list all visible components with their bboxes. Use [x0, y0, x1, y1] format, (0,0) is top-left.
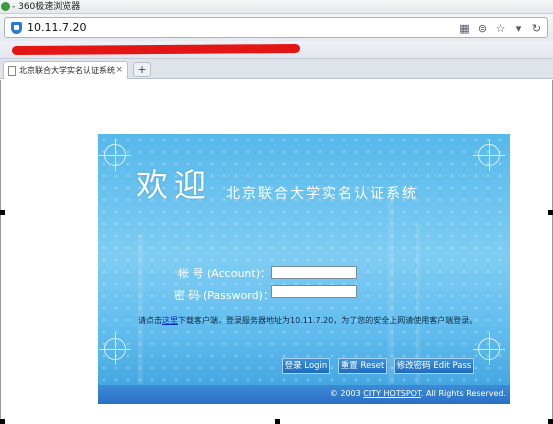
footer: © 2003 CITY HOTSPOT. All Rights Reserved…: [98, 385, 510, 404]
window-title: - 360极速浏览器: [12, 2, 81, 12]
address-bar: 10.11.7.20 ▦ ⊜ ☆ ▾ ↻: [0, 14, 553, 41]
tab-close-icon[interactable]: ×: [115, 64, 123, 76]
resize-handle[interactable]: [0, 419, 5, 424]
browser-logo-icon: [1, 2, 10, 11]
resize-handle[interactable]: [275, 419, 280, 424]
refresh-icon[interactable]: ↻: [530, 22, 543, 35]
company-link[interactable]: CITY HOTSPOT: [363, 389, 421, 398]
password-label: 密 码 (Password)：: [174, 289, 274, 302]
resize-handle[interactable]: [548, 419, 553, 424]
account-input[interactable]: [271, 266, 357, 279]
client-download-notice: 请点击这里下载客户端，登录服务器地址为10.11.7.20，为了您的安全上网请使…: [138, 315, 477, 326]
url-text[interactable]: 10.11.7.20: [27, 21, 86, 35]
crosshair-icon: [473, 333, 505, 365]
edit-password-button[interactable]: 修改密码 Edit Pass: [394, 358, 474, 374]
background-beam: [388, 194, 394, 384]
login-button[interactable]: 登录 Login: [282, 358, 330, 374]
bookmark-star-icon[interactable]: ☆: [494, 22, 507, 35]
new-tab-button[interactable]: +: [133, 62, 151, 77]
address-bar-icons: ▦ ⊜ ☆ ▾ ↻: [458, 20, 543, 36]
notice-prefix: 请点击: [138, 316, 162, 325]
tab-active[interactable]: 北京联合大学实名认证系统 ×: [3, 61, 128, 79]
download-link[interactable]: 这里: [162, 316, 178, 325]
welcome-heading: 欢迎: [136, 166, 213, 204]
copyright-prefix: © 2003: [329, 389, 364, 398]
crosshair-icon: [99, 139, 131, 171]
redaction-mark: [11, 43, 301, 56]
copyright-text: © 2003 CITY HOTSPOT. All Rights Reserved…: [330, 389, 506, 398]
reset-button[interactable]: 重置 Reset: [338, 358, 387, 374]
page-icon: [8, 66, 16, 76]
resize-handle[interactable]: [0, 210, 5, 215]
crosshair-icon: [473, 139, 505, 171]
password-input[interactable]: [271, 285, 357, 298]
title-bar: - 360极速浏览器: [0, 0, 553, 14]
resize-handle[interactable]: [548, 210, 553, 215]
tab-bar: 北京联合大学实名认证系统 × +: [0, 59, 553, 79]
login-panel: 欢迎 北京联合大学实名认证系统 帐 号 (Account)： 密 码 (Pass…: [98, 134, 510, 404]
bookmark-bar: [0, 41, 553, 59]
notice-suffix: 下载客户端，登录服务器地址为10.11.7.20，为了您的安全上网请使用客户端登…: [178, 316, 478, 325]
account-label: 帐 号 (Account)：: [178, 267, 271, 280]
dropdown-chevron-icon[interactable]: ▾: [512, 22, 525, 35]
security-shield-icon[interactable]: [11, 22, 22, 34]
background-beam: [138, 234, 143, 384]
browser-window: - 360极速浏览器 10.11.7.20 ▦ ⊜ ☆ ▾ ↻ 北京联合大学实名…: [0, 0, 553, 424]
copyright-suffix: . All Rights Reserved.: [420, 389, 506, 398]
system-name: 北京联合大学实名认证系统: [226, 186, 418, 202]
qr-code-icon[interactable]: ▦: [458, 22, 471, 35]
crosshair-icon: [99, 333, 131, 365]
compatibility-mode-icon[interactable]: ⊜: [476, 22, 489, 35]
url-field[interactable]: 10.11.7.20 ▦ ⊜ ☆ ▾ ↻: [4, 17, 548, 38]
tab-label[interactable]: 北京联合大学实名认证系统: [19, 65, 115, 76]
